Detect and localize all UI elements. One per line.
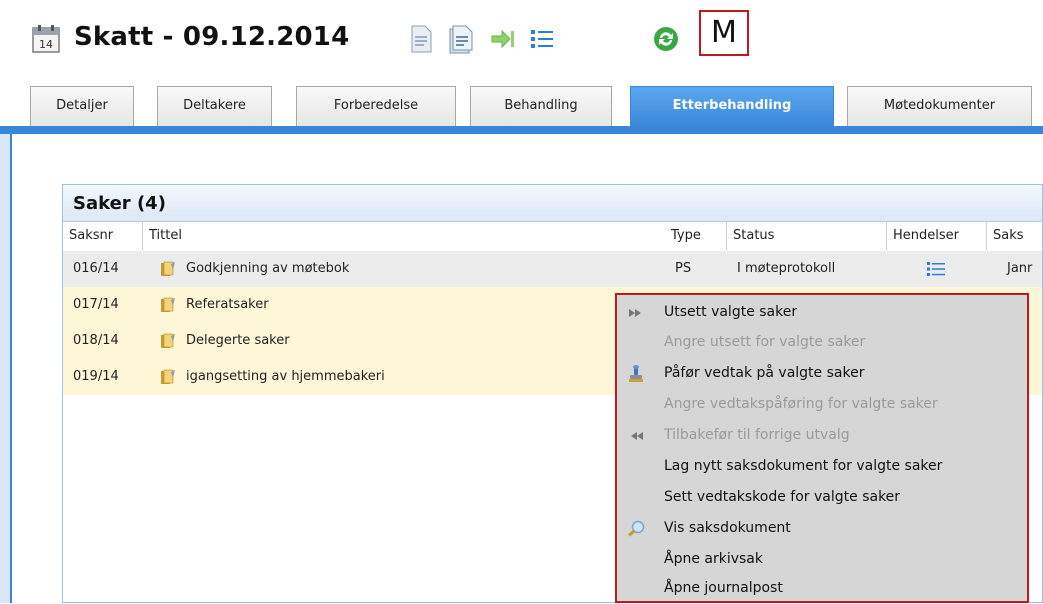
menu-item-apne-journalpost[interactable]: Åpne journalpost [617,573,1027,604]
cell-saksnr: 018/14 [73,333,119,348]
tab-motedokumenter[interactable]: Møtedokumenter [847,86,1032,126]
page-title: Skatt - 09.12.2014 [74,22,350,52]
table-row[interactable]: 016/14 Godkjenning av møtebok PS I møtep… [63,251,1042,287]
cell-status: I møteprotokoll [737,261,836,276]
menu-item-label: Angre vedtakspåføring for valgte saker [664,396,938,412]
document-stack-icon[interactable] [447,24,475,54]
tab-forberedelse[interactable]: Forberedelse [296,86,456,126]
menu-item-pafor-vedtak[interactable]: Påfør vedtak på valgte saker [617,358,1027,389]
tab-deltakere[interactable]: Deltakere [157,86,272,126]
cell-saks: Janr [1007,261,1033,276]
menu-item-tilbakefor: Tilbakefør til forrige utvalg [617,420,1027,451]
cell-saksnr: 019/14 [73,369,119,384]
magnifier-icon [628,520,645,537]
menu-item-label: Lag nytt saksdokument for valgte saker [664,458,943,474]
column-header-saksnr[interactable]: Saksnr [63,222,143,250]
export-arrow-icon[interactable] [488,24,516,54]
tab-detaljer[interactable]: Detaljer [30,86,134,126]
menu-item-lag-saksdokument[interactable]: Lag nytt saksdokument for valgte saker [617,451,1027,482]
cell-saksnr: 016/14 [73,261,119,276]
column-header-tittel[interactable]: Tittel [143,222,727,250]
svg-text:14: 14 [39,38,53,51]
menu-item-label: Tilbakefør til forrige utvalg [664,427,850,443]
folder-icon [161,261,175,276]
folder-icon [161,333,175,348]
list-icon[interactable] [528,24,556,54]
cell-type: PS [675,261,692,276]
panel-title: Saker (4) [63,185,1042,222]
m-button[interactable]: M [699,10,749,56]
menu-item-label: Åpne arkivsak [664,551,763,567]
cell-tittel: Godkjenning av møtebok [186,261,350,276]
calendar-icon: 14 [32,25,60,53]
column-header-type[interactable]: Type [665,222,727,250]
cell-tittel: Delegerte saker [186,333,290,348]
tab-underline [0,126,1043,134]
fast-forward-icon [629,309,641,317]
folder-icon [161,297,175,312]
stamp-icon [629,365,643,382]
cell-saksnr: 017/14 [73,297,119,312]
menu-item-utsett[interactable]: Utsett valgte saker [617,297,1027,328]
menu-item-sett-vedtakskode[interactable]: Sett vedtakskode for valgte saker [617,482,1027,513]
column-header-hendelser[interactable]: Hendelser [887,222,987,250]
folder-icon [161,369,175,384]
menu-item-label: Utsett valgte saker [664,304,798,320]
rewind-icon [631,432,643,440]
tab-etterbehandling[interactable]: Etterbehandling [630,86,834,128]
menu-item-label: Angre utsett for valgte saker [664,334,866,350]
events-list-icon[interactable] [927,261,945,277]
menu-item-angre-utsett: Angre utsett for valgte saker [617,327,1027,358]
cell-tittel: igangsetting av hjemmebakeri [186,369,385,384]
tab-behandling[interactable]: Behandling [470,86,612,126]
menu-item-label: Åpne journalpost [664,580,783,596]
menu-item-label: Sett vedtakskode for valgte saker [664,489,901,505]
menu-item-vis-saksdokument[interactable]: Vis saksdokument [617,513,1027,544]
column-header-saks[interactable]: Saks [987,222,1043,250]
menu-item-apne-arkivsak[interactable]: Åpne arkivsak [617,544,1027,575]
document-icon[interactable] [407,24,435,54]
column-header-status[interactable]: Status [727,222,887,250]
refresh-icon[interactable] [652,24,680,54]
context-menu: Utsett valgte saker Angre utsett for val… [615,293,1029,603]
menu-item-label: Påfør vedtak på valgte saker [664,365,865,381]
header: 14 Skatt - 09.12.2014 M [0,0,1043,80]
menu-item-angre-vedtak: Angre vedtakspåføring for valgte saker [617,389,1027,420]
left-frame [0,134,10,603]
menu-item-label: Vis saksdokument [664,520,791,536]
cell-tittel: Referatsaker [186,297,269,312]
